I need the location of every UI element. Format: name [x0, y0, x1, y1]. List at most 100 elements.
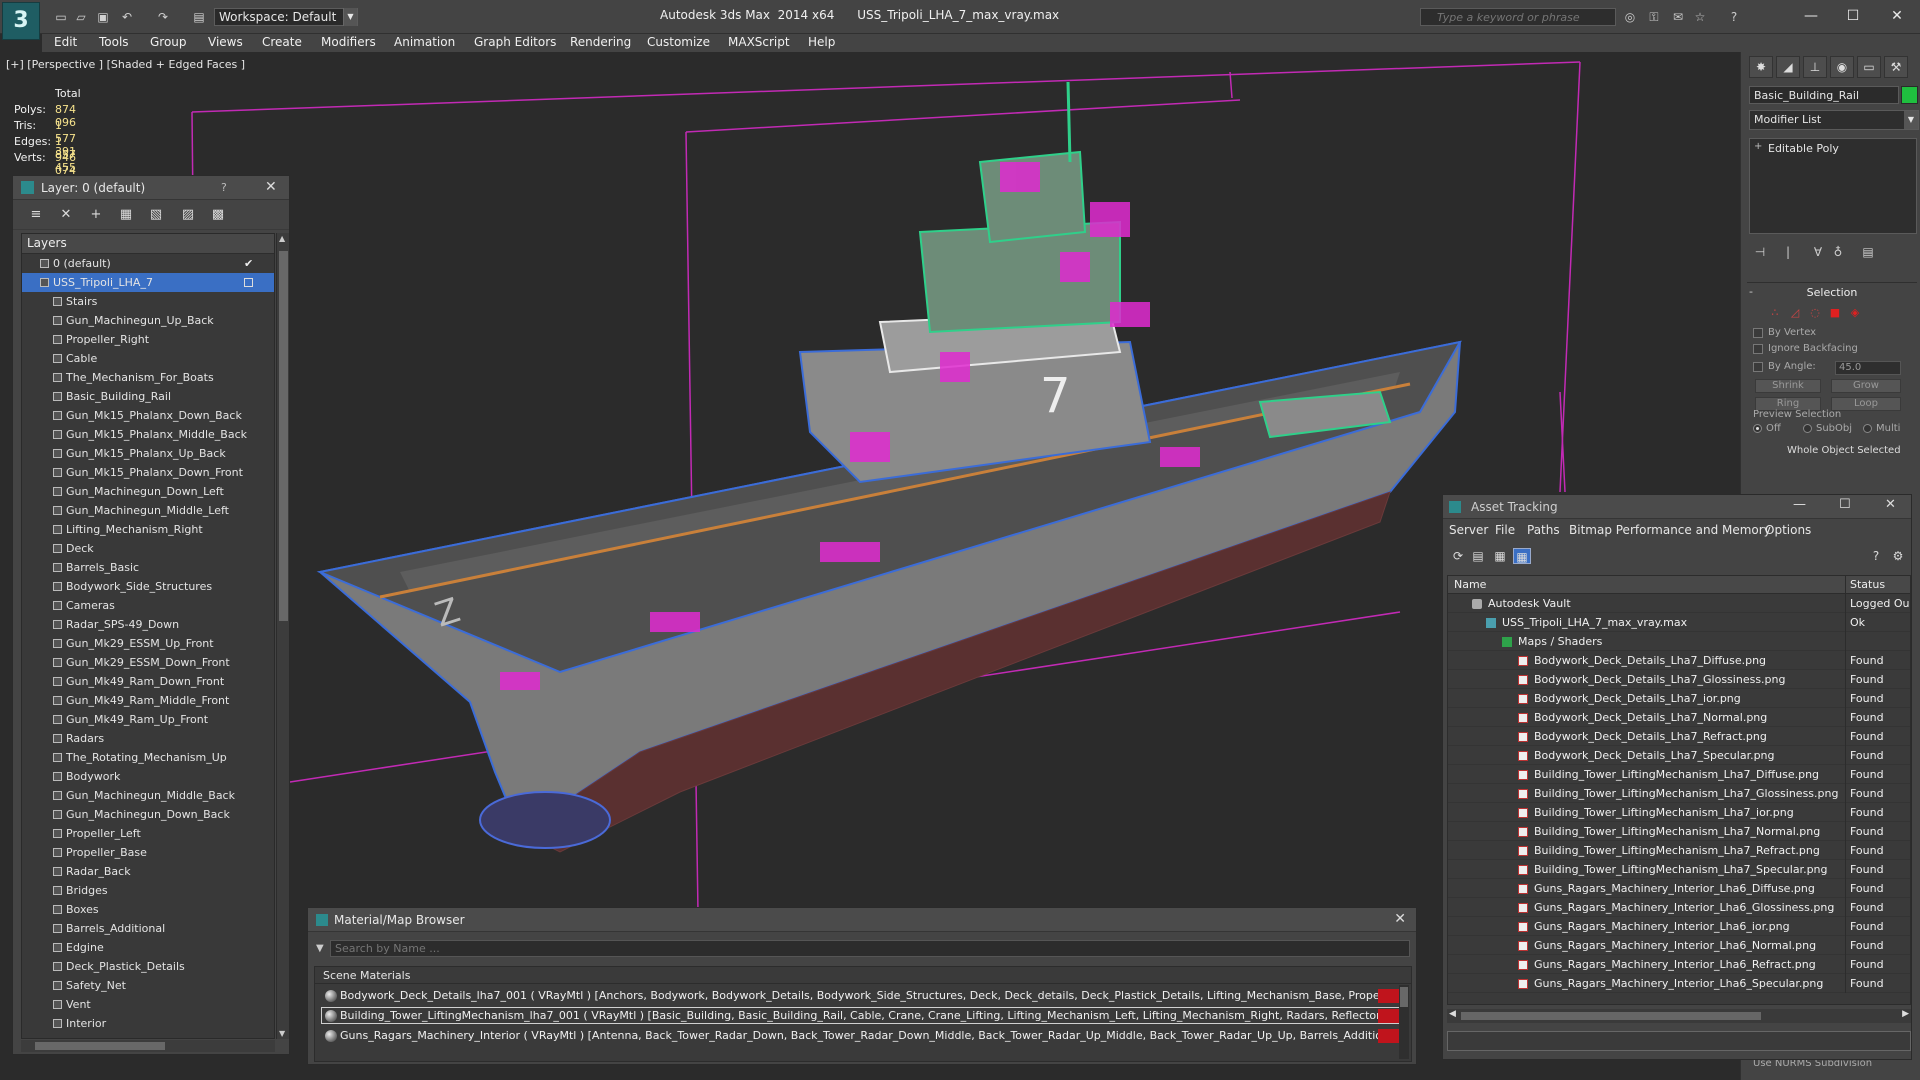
- asset-row-bitmap[interactable]: Bodywork_Deck_Details_Lha7_Specular.png F…: [1448, 746, 1910, 765]
- workspace-dropdown[interactable]: Workspace: Default ▼: [214, 8, 358, 26]
- close-icon[interactable]: ✕: [1394, 911, 1406, 927]
- remove-modifier-icon[interactable]: ♁: [1829, 243, 1847, 261]
- element-mode-icon[interactable]: ◈: [1847, 306, 1863, 320]
- asset-row-file[interactable]: USS_Tripoli_LHA_7_max_vray.max Ok: [1448, 613, 1910, 632]
- asset-row-bitmap[interactable]: Bodywork_Deck_Details_Lha7_Glossiness.pn…: [1448, 670, 1910, 689]
- layer-object-row[interactable]: Boxes: [22, 900, 274, 919]
- hide-all-icon[interactable]: ▩: [209, 207, 227, 223]
- layer-vertical-scrollbar[interactable]: ▲ ▼: [276, 233, 289, 1039]
- asset-horizontal-scrollbar[interactable]: ◀ ▶: [1447, 1009, 1911, 1023]
- asset-row-bitmap[interactable]: Bodywork_Deck_Details_Lha7_Diffuse.png Fo…: [1448, 651, 1910, 670]
- help-icon[interactable]: ?: [1867, 548, 1885, 564]
- layer-object-row[interactable]: Safety_Net: [22, 976, 274, 995]
- close-icon[interactable]: ✕: [265, 179, 277, 195]
- menu-modifiers[interactable]: Modifiers: [321, 35, 376, 49]
- undo-icon[interactable]: ↶: [118, 9, 136, 25]
- layer-row-selected[interactable]: USS_Tripoli_LHA_7: [22, 273, 274, 292]
- layer-object-row[interactable]: Gun_Mk49_Ram_Middle_Front: [22, 691, 274, 710]
- layer-object-row[interactable]: Bodywork: [22, 767, 274, 786]
- project-folder-icon[interactable]: ▤: [190, 9, 208, 25]
- new-file-icon[interactable]: ▭: [52, 9, 70, 25]
- scene-materials-header[interactable]: Scene Materials: [315, 967, 1411, 984]
- layer-object-row[interactable]: Interior: [22, 1014, 274, 1033]
- shrink-button[interactable]: Shrink: [1755, 379, 1821, 393]
- layer-object-row[interactable]: Gun_Machinegun_Down_Back: [22, 805, 274, 824]
- menu-paths[interactable]: Paths: [1527, 523, 1560, 537]
- asset-row-bitmap[interactable]: Building_Tower_LiftingMechanism_Lha7_ior…: [1448, 803, 1910, 822]
- asset-row-bitmap[interactable]: Bodywork_Deck_Details_Lha7_Refract.png Fo…: [1448, 727, 1910, 746]
- border-mode-icon[interactable]: ◌: [1807, 306, 1823, 320]
- delete-layer-icon[interactable]: ✕: [57, 207, 75, 223]
- browser-options-icon[interactable]: ▼: [316, 943, 324, 954]
- material-row[interactable]: Building_Tower_LiftingMechanism_lha7_001…: [321, 1007, 1401, 1024]
- set-current-layer-icon[interactable]: [244, 278, 253, 287]
- modifier-list-dropdown[interactable]: Modifier List ▼: [1749, 110, 1919, 130]
- asset-row-bitmap[interactable]: Guns_Ragars_Machinery_Interior_Lha6_ior.…: [1448, 917, 1910, 936]
- table-view-icon[interactable]: ▦: [1513, 548, 1531, 564]
- layer-object-row[interactable]: Radars: [22, 729, 274, 748]
- menu-create[interactable]: Create: [262, 35, 302, 49]
- column-status[interactable]: Status: [1850, 578, 1885, 591]
- layer-object-row[interactable]: Gun_Machinegun_Down_Left: [22, 482, 274, 501]
- create-layer-icon[interactable]: +: [87, 207, 105, 223]
- layer-object-row[interactable]: Propeller_Right: [22, 330, 274, 349]
- help-icon[interactable]: ?: [221, 181, 227, 194]
- close-icon[interactable]: ✕: [1885, 497, 1896, 512]
- asset-row-bitmap[interactable]: Building_Tower_LiftingMechanism_Lha7_Nor…: [1448, 822, 1910, 841]
- layer-object-row[interactable]: Barrels_Additional: [22, 919, 274, 938]
- material-scrollbar[interactable]: [1399, 985, 1409, 1059]
- scroll-thumb[interactable]: [1400, 987, 1408, 1007]
- app-logo-icon[interactable]: 3: [2, 2, 40, 40]
- settings-icon[interactable]: ⚙: [1889, 548, 1907, 564]
- tree-view-icon[interactable]: ▦: [1491, 548, 1509, 564]
- scroll-right-icon[interactable]: ▶: [1902, 1009, 1909, 1019]
- utilities-tab-icon[interactable]: ⚒: [1884, 56, 1908, 78]
- edge-mode-icon[interactable]: ◿: [1787, 306, 1803, 320]
- menu-views[interactable]: Views: [208, 35, 243, 49]
- asset-row-bitmap[interactable]: Guns_Ragars_Machinery_Interior_Lha6_Glos…: [1448, 898, 1910, 917]
- open-file-icon[interactable]: ▱: [72, 9, 90, 25]
- layer-object-row[interactable]: Gun_Machinegun_Middle_Back: [22, 786, 274, 805]
- keyword-search-input[interactable]: [1420, 8, 1616, 26]
- layer-object-row[interactable]: Propeller_Left: [22, 824, 274, 843]
- layer-object-row[interactable]: Lifting_Mechanism_Right: [22, 520, 274, 539]
- material-row[interactable]: Guns_Ragars_Machinery_Interior ( VRayMtl…: [321, 1027, 1401, 1044]
- search-by-name-input[interactable]: [330, 940, 1410, 957]
- refresh-icon[interactable]: ⟳: [1449, 548, 1467, 564]
- menu-edit[interactable]: Edit: [54, 35, 77, 49]
- grow-button[interactable]: Grow: [1831, 379, 1901, 393]
- configure-modifier-sets-icon[interactable]: ▤: [1859, 243, 1877, 261]
- vertex-mode-icon[interactable]: ∴: [1767, 306, 1783, 320]
- display-tab-icon[interactable]: ▭: [1857, 56, 1881, 78]
- select-objects-icon[interactable]: ▧: [147, 207, 165, 223]
- layer-object-row[interactable]: Bodywork_Side_Structures: [22, 577, 274, 596]
- scroll-left-icon[interactable]: ◀: [1449, 1009, 1456, 1019]
- list-view-icon[interactable]: ▤: [1469, 548, 1487, 564]
- asset-row-bitmap[interactable]: Guns_Ragars_Machinery_Interior_Lha6_Spec…: [1448, 974, 1910, 993]
- minimize-button[interactable]: —: [1796, 5, 1826, 27]
- scroll-thumb[interactable]: [35, 1042, 165, 1050]
- layers-column-header[interactable]: Layers: [22, 234, 274, 254]
- layer-object-row[interactable]: Cable: [22, 349, 274, 368]
- menu-server[interactable]: Server: [1449, 523, 1488, 537]
- layer-object-row[interactable]: Gun_Mk49_Ram_Up_Front: [22, 710, 274, 729]
- redo-icon[interactable]: ↷: [154, 9, 172, 25]
- layer-object-row[interactable]: Deck_Plastick_Details: [22, 957, 274, 976]
- scroll-thumb[interactable]: [1461, 1012, 1761, 1020]
- asset-path-field[interactable]: [1447, 1031, 1911, 1051]
- modify-tab-icon[interactable]: ◢: [1776, 56, 1800, 78]
- scroll-down-icon[interactable]: ▼: [279, 1029, 285, 1038]
- maximize-icon[interactable]: ☐: [1839, 497, 1851, 512]
- asset-row-maps[interactable]: Maps / Shaders: [1448, 632, 1910, 651]
- communication-icon[interactable]: ✉: [1668, 9, 1688, 25]
- menu-options[interactable]: Options: [1765, 523, 1811, 537]
- menu-group[interactable]: Group: [150, 35, 187, 49]
- layer-object-row[interactable]: Bridges: [22, 881, 274, 900]
- menu-rendering[interactable]: Rendering: [570, 35, 631, 49]
- menu-customize[interactable]: Customize: [647, 35, 710, 49]
- viewport-label[interactable]: [+] [Perspective ] [Shaded + Edged Faces…: [6, 58, 245, 71]
- layer-object-row[interactable]: Gun_Mk49_Ram_Down_Front: [22, 672, 274, 691]
- layer-explorer-titlebar[interactable]: Layer: 0 (default) ? ✕: [13, 176, 289, 200]
- column-name[interactable]: Name: [1454, 578, 1486, 591]
- minimize-icon[interactable]: —: [1793, 497, 1806, 512]
